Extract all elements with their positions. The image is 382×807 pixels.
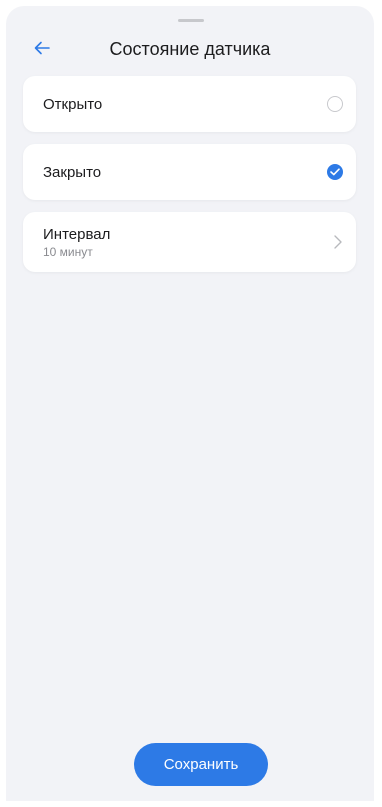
- sensor-state-screen: Состояние датчика Открыто Закрыто Интерв…: [6, 6, 374, 801]
- option-open-label: Открыто: [43, 96, 103, 113]
- interval-label: Интервал: [43, 226, 111, 243]
- sheet-grabber[interactable]: [178, 19, 204, 22]
- interval-value: 10 минут: [43, 245, 93, 259]
- radio-checked-icon[interactable]: [327, 164, 343, 180]
- chevron-right-icon: [332, 232, 344, 252]
- interval-row[interactable]: Интервал 10 минут: [23, 212, 356, 272]
- option-closed-label: Закрыто: [43, 164, 102, 181]
- save-button[interactable]: Сохранить: [134, 743, 268, 786]
- page-title: Состояние датчика: [109, 39, 271, 59]
- option-open[interactable]: Открыто: [23, 76, 356, 132]
- option-closed[interactable]: Закрыто: [23, 144, 356, 200]
- radio-unchecked-icon[interactable]: [327, 96, 343, 112]
